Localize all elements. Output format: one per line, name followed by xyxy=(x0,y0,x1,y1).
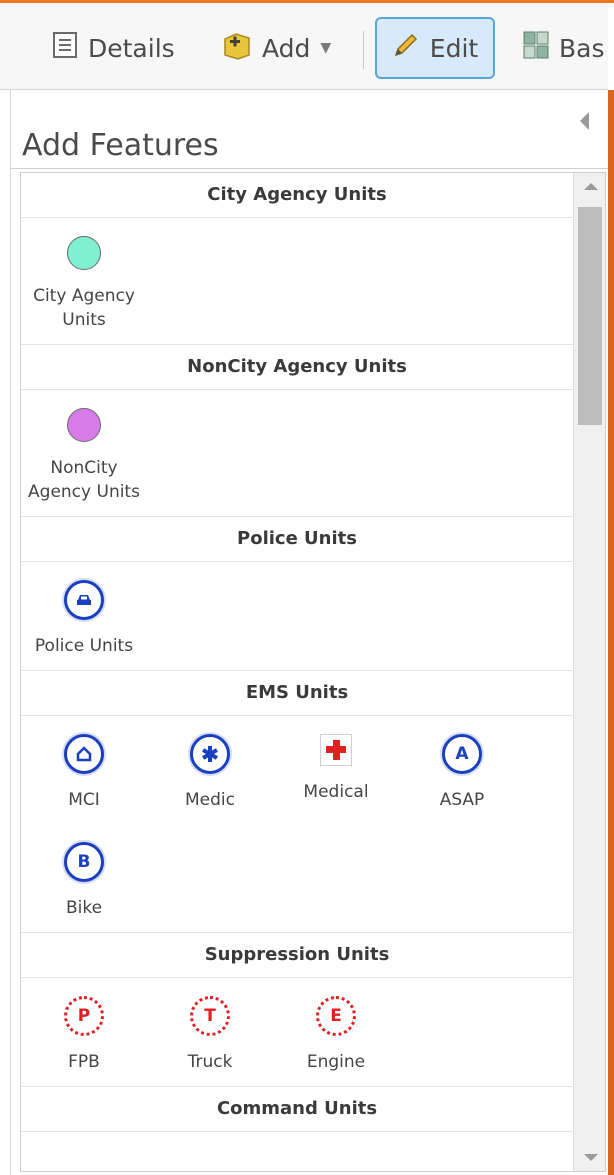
template-label: ASAP xyxy=(439,790,485,810)
group-header-noncity-agency: NonCity Agency Units xyxy=(21,345,573,390)
police-car-icon xyxy=(64,580,104,620)
scroll-down-icon[interactable] xyxy=(584,1154,598,1161)
template-grid-police: Police Units xyxy=(21,562,573,671)
template-label: NonCity Agency Units xyxy=(28,458,140,502)
basemap-button[interactable]: Bas xyxy=(523,17,605,79)
red-cross-icon xyxy=(320,734,352,766)
add-label: Add xyxy=(262,33,311,63)
add-data-icon xyxy=(222,30,252,66)
accent-bar-right xyxy=(608,90,614,1175)
template-grid-suppression: P FPB T Truck E Engine xyxy=(21,978,573,1087)
letter-badge-icon: B xyxy=(64,842,104,882)
group-header-suppression: Suppression Units xyxy=(21,933,573,978)
panel-title: Add Features xyxy=(22,128,219,164)
template-label: City Agency Units xyxy=(33,286,135,330)
circle-icon xyxy=(67,236,101,270)
group-header-police: Police Units xyxy=(21,517,573,562)
template-label: Bike xyxy=(65,898,103,918)
template-medical[interactable]: Medical xyxy=(273,716,399,824)
details-icon xyxy=(52,31,78,65)
template-grid-city-agency: City Agency Units xyxy=(21,218,573,345)
map-toolbar: Details Add ▼ Edit Bas xyxy=(0,3,608,90)
star-of-life-icon xyxy=(190,734,230,774)
group-header-ems: EMS Units xyxy=(21,671,573,716)
template-medic[interactable]: Medic xyxy=(147,716,273,824)
details-button[interactable]: Details xyxy=(52,17,175,79)
letter-badge-icon: T xyxy=(190,996,230,1036)
template-label: Police Units xyxy=(34,636,134,656)
template-city-agency-units[interactable]: City Agency Units xyxy=(21,218,147,344)
letter-badge-icon: E xyxy=(316,996,356,1036)
toolbar-divider xyxy=(363,31,364,69)
template-picker-content: City Agency Units City Agency Units NonC… xyxy=(21,173,573,1132)
add-button[interactable]: Add ▼ xyxy=(222,17,331,79)
template-fpb[interactable]: P FPB xyxy=(21,978,147,1086)
panel-border xyxy=(10,89,11,1175)
template-label: Truck xyxy=(187,1052,233,1072)
scroll-up-icon[interactable] xyxy=(584,183,598,190)
template-asap[interactable]: A ASAP xyxy=(399,716,525,824)
circle-icon xyxy=(67,408,101,442)
feature-template-list: City Agency Units City Agency Units NonC… xyxy=(20,172,606,1172)
edit-label: Edit xyxy=(429,33,479,63)
template-truck[interactable]: T Truck xyxy=(147,978,273,1086)
title-divider xyxy=(10,168,608,169)
template-mci[interactable]: MCI xyxy=(21,716,147,824)
basemap-label: Bas xyxy=(559,33,605,63)
template-police-units[interactable]: Police Units xyxy=(21,562,147,670)
template-noncity-agency-units[interactable]: NonCity Agency Units xyxy=(21,390,147,516)
scrollbar[interactable] xyxy=(573,173,605,1171)
basemap-gallery-icon xyxy=(523,31,549,65)
pencil-icon xyxy=(392,31,420,65)
letter-badge-icon: A xyxy=(442,734,482,774)
template-label: MCI xyxy=(68,790,100,810)
house-badge-icon xyxy=(64,734,104,774)
template-grid-ems: MCI Medic Medical A ASAP B Bike xyxy=(21,716,573,933)
group-header-command: Command Units xyxy=(21,1087,573,1132)
template-label: Medical xyxy=(303,782,369,802)
template-engine[interactable]: E Engine xyxy=(273,978,399,1086)
template-label: Engine xyxy=(306,1052,366,1072)
template-label: FPB xyxy=(68,1052,100,1072)
scrollbar-thumb[interactable] xyxy=(578,207,602,425)
collapse-panel-icon[interactable] xyxy=(580,112,589,130)
template-grid-noncity-agency: NonCity Agency Units xyxy=(21,390,573,517)
letter-badge-icon: P xyxy=(64,996,104,1036)
edit-button[interactable]: Edit xyxy=(375,17,495,79)
details-label: Details xyxy=(88,33,175,63)
template-bike[interactable]: B Bike xyxy=(21,824,147,932)
group-header-city-agency: City Agency Units xyxy=(21,173,573,218)
template-label: Medic xyxy=(185,790,235,810)
chevron-down-icon: ▼ xyxy=(320,40,332,56)
